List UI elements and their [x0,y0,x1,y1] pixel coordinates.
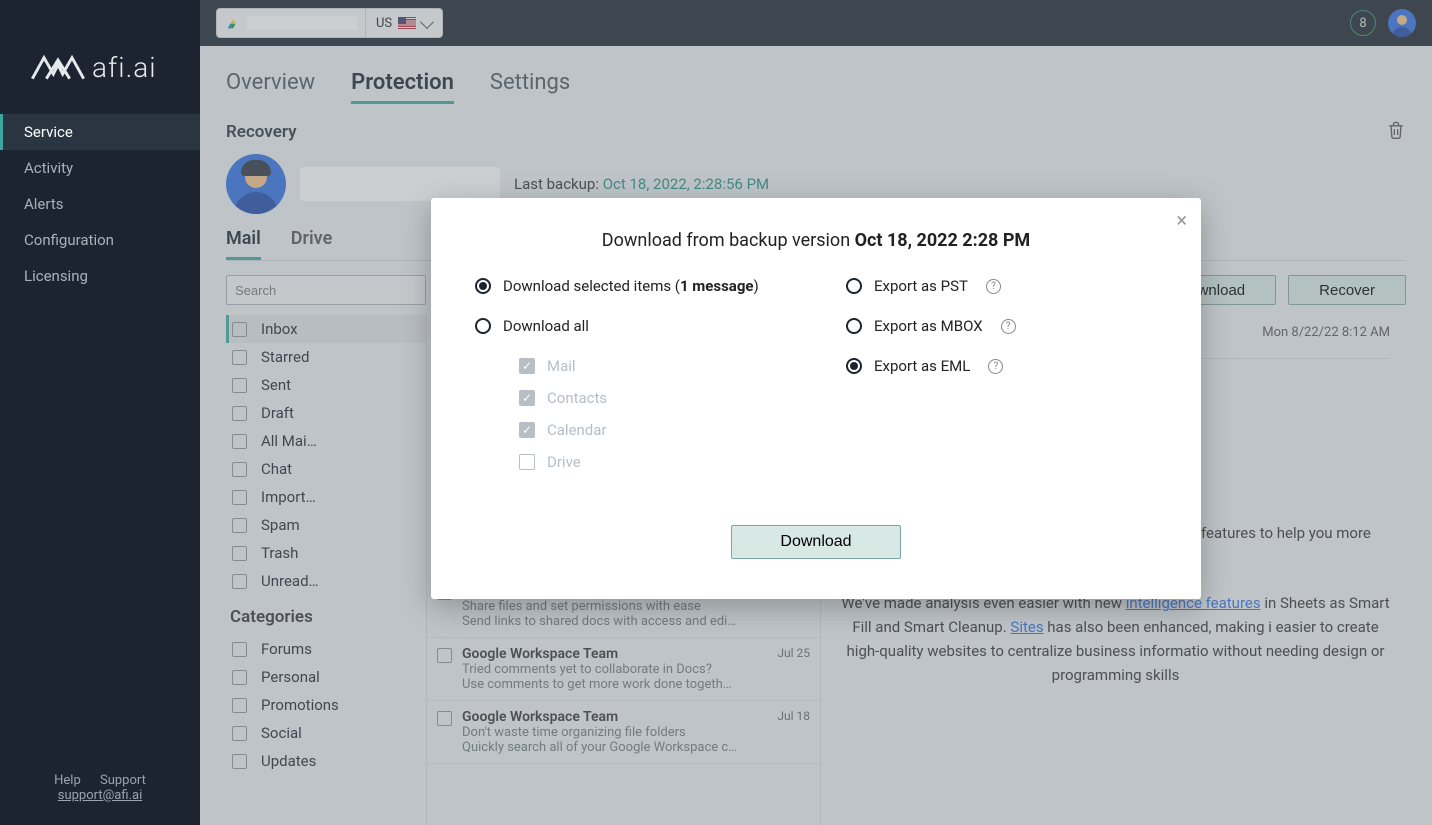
check-label: Calendar [547,421,607,439]
sidebar-item-licensing[interactable]: Licensing [0,258,200,294]
sidebar-item-label: Activity [24,159,73,177]
sidebar-item-label: Configuration [24,231,114,249]
checkbox-icon [519,390,535,406]
radio-icon [846,278,862,294]
radio-icon [475,278,491,294]
sidebar-item-activity[interactable]: Activity [0,150,200,186]
footer-help-link[interactable]: Help [54,773,81,788]
brand-logo: afi.ai [0,20,200,114]
check-label: Drive [547,453,581,471]
checkbox-icon [519,422,535,438]
radio-icon [846,318,862,334]
radio-icon [475,318,491,334]
radio-label: Download all [503,317,589,335]
radio-label: Export as EML [874,357,970,375]
check-label: Contacts [547,389,607,407]
sidebar-item-alerts[interactable]: Alerts [0,186,200,222]
modal-download-button[interactable]: Download [731,525,900,559]
radio-label: Export as PST [874,277,968,295]
check-mail: Mail [519,357,786,375]
sidebar-footer: Help Support support@afi.ai [0,759,200,825]
radio-label: Export as MBOX [874,317,983,335]
help-icon[interactable]: ? [1001,319,1016,334]
sidebar-item-service[interactable]: Service [0,114,200,150]
radio-download-all[interactable]: Download all [475,317,786,335]
radio-export-pst[interactable]: Export as PST ? [846,277,1157,295]
modal-close-button[interactable]: × [1176,208,1187,232]
radio-export-eml[interactable]: Export as EML ? [846,357,1157,375]
checkbox-icon [519,454,535,470]
logo-icon [30,50,86,84]
radio-icon [846,358,862,374]
radio-download-selected[interactable]: Download selected items (1 message) [475,277,786,295]
check-calendar: Calendar [519,421,786,439]
brand-text: afi.ai [92,51,157,84]
sidebar-item-label: Licensing [24,267,88,285]
footer-support-link[interactable]: Support [100,773,146,788]
check-drive: Drive [519,453,786,471]
sidebar-item-configuration[interactable]: Configuration [0,222,200,258]
sidebar-item-label: Alerts [24,195,64,213]
radio-export-mbox[interactable]: Export as MBOX ? [846,317,1157,335]
check-label: Mail [547,357,576,375]
download-modal: × Download from backup version Oct 18, 2… [431,198,1201,599]
check-contacts: Contacts [519,389,786,407]
sidebar-nav: Service Activity Alerts Configuration Li… [0,114,200,759]
sidebar-item-label: Service [24,123,73,141]
checkbox-icon [519,358,535,374]
modal-title: Download from backup version Oct 18, 202… [475,230,1157,251]
help-icon[interactable]: ? [986,279,1001,294]
footer-email-link[interactable]: support@afi.ai [58,788,142,803]
modal-overlay: × Download from backup version Oct 18, 2… [200,0,1432,825]
help-icon[interactable]: ? [988,359,1003,374]
